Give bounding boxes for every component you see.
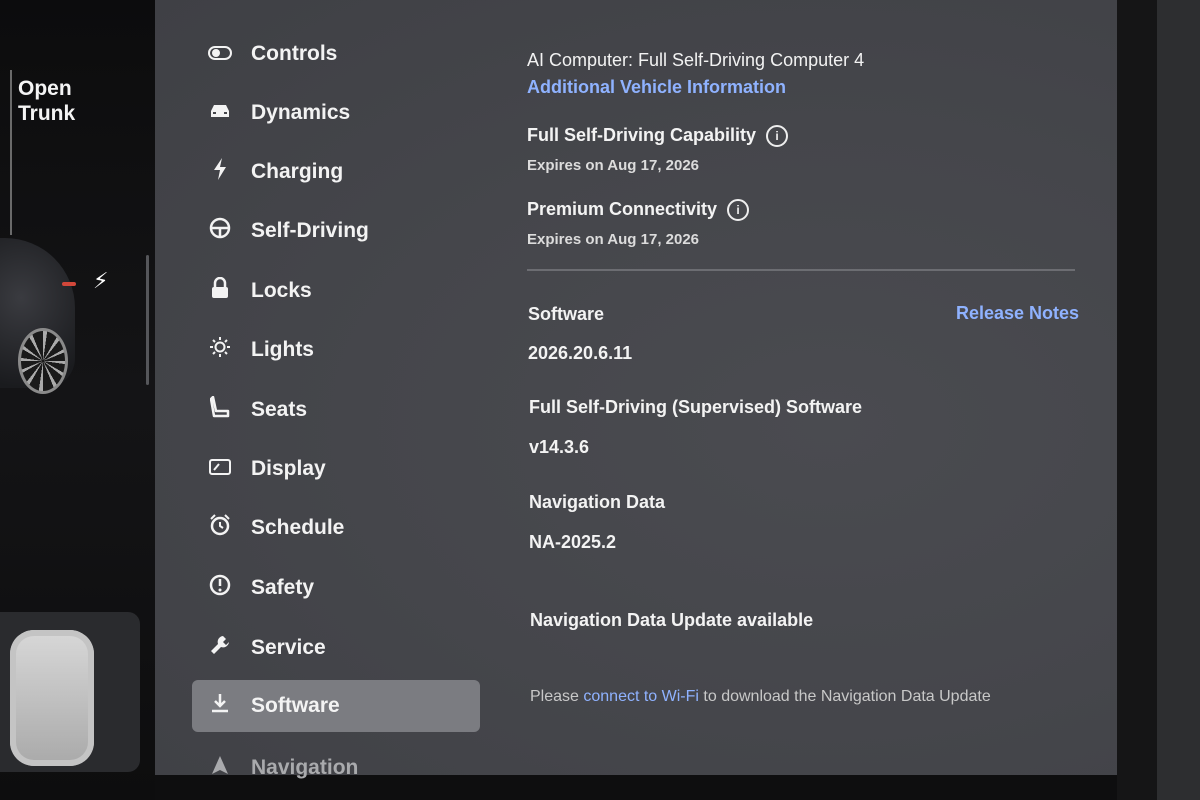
sidebar-item-label: Navigation xyxy=(251,756,359,779)
section-divider xyxy=(527,269,1075,271)
software-version: 2026.20.6.11 xyxy=(528,343,633,363)
sidebar-item-self-driving[interactable]: Self-Driving xyxy=(192,205,480,257)
open-trunk-label-line2: Trunk xyxy=(18,102,76,125)
sidebar-item-label: Software xyxy=(251,694,340,717)
connect-wifi-link[interactable]: connect to Wi-Fi xyxy=(583,688,699,705)
sidebar-item-service[interactable]: Service xyxy=(192,622,480,674)
sidebar-item-software[interactable]: Software xyxy=(192,680,480,732)
steering-wheel-icon xyxy=(206,217,234,245)
car-visualization-pane: Open Trunk ⚡ xyxy=(0,0,155,800)
premium-connectivity-info-icon[interactable]: i xyxy=(727,199,750,221)
car-wheel-image xyxy=(18,328,68,394)
pane-scrollbar[interactable] xyxy=(146,255,149,385)
sidebar-item-label: Service xyxy=(251,636,326,659)
sidebar-item-safety[interactable]: Safety xyxy=(192,562,480,614)
bolt-icon xyxy=(206,158,234,186)
trunk-indicator-line xyxy=(10,70,12,235)
sun-icon xyxy=(206,336,234,364)
sidebar-item-controls[interactable]: Controls xyxy=(192,28,480,80)
additional-vehicle-info-link[interactable]: Additional Vehicle Information xyxy=(527,77,786,98)
sidebar-item-label: Lights xyxy=(251,338,314,361)
sidebar-item-label: Seats xyxy=(251,398,308,421)
ai-computer-text: AI Computer: Full Self-Driving Computer … xyxy=(527,50,865,70)
nav-update-title: Navigation Data Update available xyxy=(530,610,814,630)
nav-update-note-suffix: to download the Navigation Data Update xyxy=(698,688,991,705)
release-notes-link[interactable]: Release Notes xyxy=(956,303,1079,324)
sidebar-item-schedule[interactable]: Schedule xyxy=(192,502,480,554)
nav-data-title: Navigation Data xyxy=(529,492,666,512)
sidebar-item-label: Controls xyxy=(251,42,338,65)
nav-data-version: NA-2025.2 xyxy=(529,532,617,552)
sidebar-item-lights[interactable]: Lights xyxy=(192,324,480,376)
sidebar-item-label: Locks xyxy=(251,279,312,302)
premium-connectivity-row: Premium Connectivity i xyxy=(527,199,750,221)
screen-bezel-right xyxy=(1117,0,1200,800)
premium-connectivity-title: Premium Connectivity xyxy=(527,199,718,219)
display-icon xyxy=(206,458,234,481)
fsd-capability-row: Full Self-Driving Capability i xyxy=(527,125,789,147)
sidebar-item-seats[interactable]: Seats xyxy=(192,384,480,436)
download-icon xyxy=(206,692,234,720)
sidebar-item-label: Schedule xyxy=(251,516,345,539)
open-trunk-label-line1: Open xyxy=(18,77,72,100)
fsd-software-version: v14.3.6 xyxy=(529,437,590,457)
software-title: Software xyxy=(528,304,605,324)
alarm-icon xyxy=(206,514,234,542)
toggle-icon xyxy=(206,43,234,66)
car-icon xyxy=(206,102,234,125)
nav-update-note-prefix: Please xyxy=(530,688,584,705)
sidebar-item-label: Self-Driving xyxy=(251,219,369,242)
sidebar-item-label: Display xyxy=(251,457,326,480)
sidebar-item-dynamics[interactable]: Dynamics xyxy=(192,87,480,139)
open-trunk-button[interactable]: Open Trunk xyxy=(18,76,75,126)
fsd-capability-expiry: Expires on Aug 17, 2026 xyxy=(527,157,700,174)
nav-update-note: Please connect to Wi-Fi to download the … xyxy=(530,688,991,706)
taillight-indicator xyxy=(62,282,76,286)
premium-connectivity-expiry: Expires on Aug 17, 2026 xyxy=(527,231,700,248)
seat-layout-icon xyxy=(10,630,94,766)
sidebar-item-label: Dynamics xyxy=(251,101,351,124)
charge-port-icon[interactable]: ⚡ xyxy=(93,268,108,294)
navigation-icon xyxy=(206,755,234,781)
alert-icon xyxy=(206,574,234,602)
lock-icon xyxy=(206,276,234,305)
sidebar-item-charging[interactable]: Charging xyxy=(192,146,480,198)
sidebar-item-label: Safety xyxy=(251,576,315,599)
seat-icon xyxy=(206,395,234,424)
fsd-capability-info-icon[interactable]: i xyxy=(766,125,789,147)
wrench-icon xyxy=(206,634,234,662)
sidebar-item-display[interactable]: Display xyxy=(192,443,480,495)
fsd-software-title: Full Self-Driving (Supervised) Software xyxy=(529,397,863,417)
fsd-capability-title: Full Self-Driving Capability xyxy=(527,125,757,145)
sidebar-item-label: Charging xyxy=(251,160,344,183)
sidebar-item-navigation[interactable]: Navigation xyxy=(192,742,480,794)
sidebar-item-locks[interactable]: Locks xyxy=(192,265,480,317)
